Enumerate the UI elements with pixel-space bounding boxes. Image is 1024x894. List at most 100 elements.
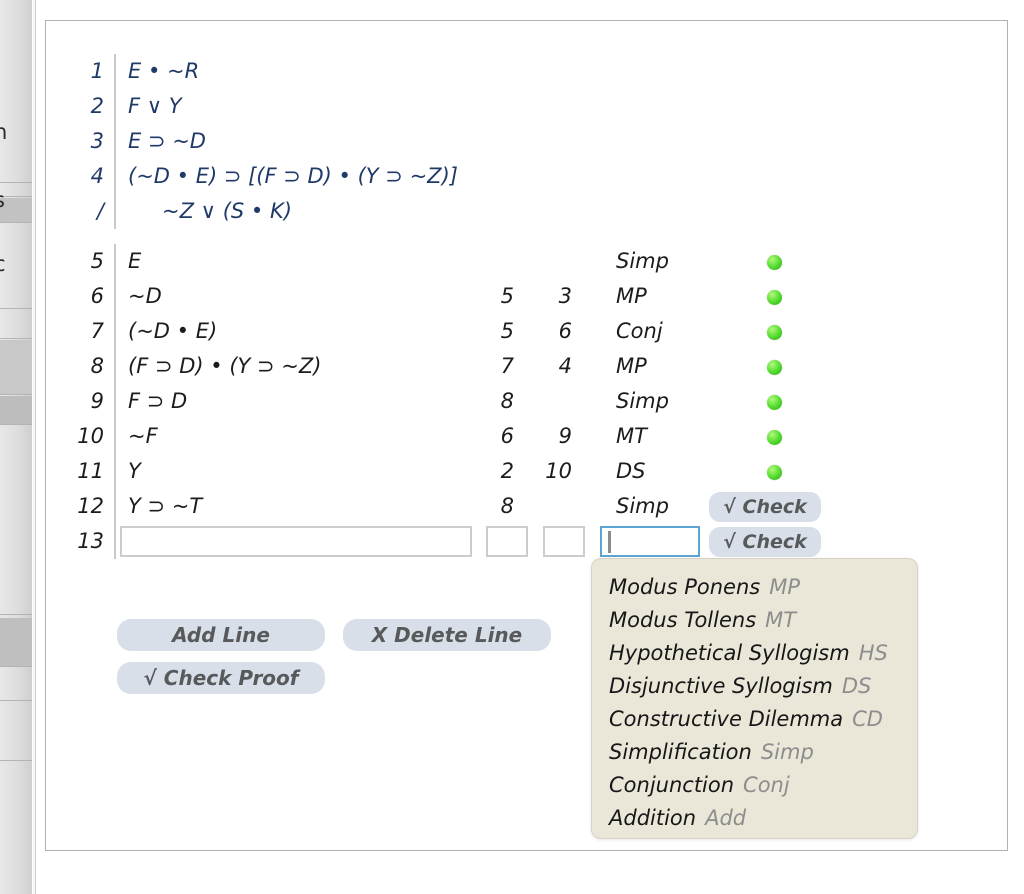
rule-option-conj[interactable]: Conjunction Conj bbox=[592, 769, 917, 802]
proof-line-row: 8 (F ⊃ D) • (Y ⊃ ~Z) 7 4 MP bbox=[46, 349, 1007, 384]
line-reference-2 bbox=[524, 384, 572, 419]
gutter-divider bbox=[114, 194, 116, 229]
line-formula: E bbox=[128, 249, 142, 273]
check-line-button[interactable]: √ Check bbox=[709, 527, 821, 557]
line-rule: DS bbox=[616, 459, 646, 483]
rule-option-ds[interactable]: Disjunctive Syllogism DS bbox=[592, 670, 917, 703]
premise-row: 2 F ∨ Y bbox=[46, 89, 1007, 124]
rule-option-mp[interactable]: Modus Ponens MP bbox=[592, 571, 917, 604]
proof-line-row: 6 ~D 5 3 MP bbox=[46, 279, 1007, 314]
clipped-sidebar-fragment: n bbox=[0, 120, 8, 144]
proof-line-row: 12 Y ⊃ ~T 8 Simp √ Check bbox=[46, 489, 1007, 524]
line-number: 2 bbox=[90, 94, 104, 118]
gutter-divider bbox=[114, 244, 116, 279]
line-formula: F ⊃ D bbox=[128, 389, 188, 413]
gutter-divider bbox=[114, 524, 116, 559]
rule-option-name: Modus Tollens bbox=[609, 608, 757, 632]
rule-option-name: Disjunctive Syllogism bbox=[609, 674, 833, 698]
status-indicator bbox=[758, 384, 798, 419]
proof-panel: 1 E • ~R 2 F ∨ Y 3 E ⊃ ~D 4 (~D • E) ⊃ [… bbox=[45, 20, 1008, 851]
conclusion-row: / ~Z ∨ (S • K) bbox=[46, 194, 1007, 229]
rule-option-name: Hypothetical Syllogism bbox=[609, 641, 850, 665]
valid-dot-icon bbox=[767, 290, 782, 305]
premise-formula: F ∨ Y bbox=[128, 94, 182, 118]
status-indicator bbox=[758, 244, 798, 279]
line-formula: ~F bbox=[128, 424, 158, 448]
rule-option-name: Constructive Dilemma bbox=[609, 707, 844, 731]
rule-option-name: Addition bbox=[609, 806, 697, 830]
proof-line-row: 5 E Simp bbox=[46, 244, 1007, 279]
delete-line-button[interactable]: X Delete Line bbox=[343, 619, 551, 651]
line-number: 8 bbox=[90, 354, 104, 378]
rule-input[interactable] bbox=[600, 526, 700, 557]
rule-option-abbr: Conj bbox=[743, 773, 790, 797]
gutter-divider bbox=[114, 124, 116, 159]
rule-option-mt[interactable]: Modus Tollens MT bbox=[592, 604, 917, 637]
premise-formula: (~D • E) ⊃ [(F ⊃ D) • (Y ⊃ ~Z)] bbox=[128, 164, 458, 188]
valid-dot-icon bbox=[767, 325, 782, 340]
line-rule: Simp bbox=[616, 249, 669, 273]
rule-option-name: Simplification bbox=[609, 740, 752, 764]
line-formula: Y bbox=[128, 459, 141, 483]
line-number: 13 bbox=[77, 529, 104, 553]
app-root: n s c 1 E • ~R 2 F ∨ Y 3 E ⊃ ~D 4 bbox=[0, 0, 1024, 894]
line-reference-1: 5 bbox=[500, 284, 514, 308]
clipped-sidebar: n s c bbox=[0, 0, 32, 894]
status-indicator bbox=[758, 419, 798, 454]
line-reference-1: 8 bbox=[500, 494, 514, 518]
conclusion-formula: ~Z ∨ (S • K) bbox=[162, 199, 292, 223]
line-formula: (~D • E) bbox=[128, 319, 218, 343]
premise-row: 3 E ⊃ ~D bbox=[46, 124, 1007, 159]
line-rule: Simp bbox=[616, 389, 669, 413]
rules-dropdown[interactable]: Modus Ponens MP Modus Tollens MT Hypotheti… bbox=[591, 558, 918, 839]
line-number: 12 bbox=[77, 494, 104, 518]
rule-option-simp[interactable]: Simplification Simp bbox=[592, 736, 917, 769]
gutter-divider bbox=[114, 54, 116, 89]
status-indicator bbox=[758, 279, 798, 314]
conclusion-marker: / bbox=[96, 199, 104, 223]
line-reference-1: 5 bbox=[500, 319, 514, 343]
premise-formula: E ⊃ ~D bbox=[128, 129, 206, 153]
rule-option-hs[interactable]: Hypothetical Syllogism HS bbox=[592, 637, 917, 670]
rule-option-abbr: DS bbox=[841, 674, 872, 698]
line-reference-2: 3 bbox=[558, 284, 572, 308]
text-cursor bbox=[608, 531, 611, 553]
gutter-divider bbox=[114, 384, 116, 419]
rule-option-abbr: Simp bbox=[760, 740, 814, 764]
rule-option-abbr: MP bbox=[769, 575, 801, 599]
gutter-divider bbox=[114, 279, 116, 314]
line-rule: MP bbox=[616, 284, 647, 308]
line-reference-2: 9 bbox=[558, 424, 572, 448]
line-number: 7 bbox=[90, 319, 104, 343]
gutter-divider bbox=[114, 159, 116, 194]
line-formula: ~D bbox=[128, 284, 162, 308]
reference-1-input[interactable] bbox=[486, 526, 528, 557]
editable-proof-row: 13 √ Check bbox=[46, 524, 1007, 559]
valid-dot-icon bbox=[767, 395, 782, 410]
clipped-sidebar-fragment: c bbox=[0, 252, 6, 276]
valid-dot-icon bbox=[767, 255, 782, 270]
proof-line-row: 7 (~D • E) 5 6 Conj bbox=[46, 314, 1007, 349]
rule-option-cd[interactable]: Constructive Dilemma CD bbox=[592, 703, 917, 736]
check-line-button[interactable]: √ Check bbox=[709, 492, 821, 522]
status-indicator bbox=[758, 314, 798, 349]
line-number: 1 bbox=[90, 59, 104, 83]
line-reference-2 bbox=[524, 489, 572, 524]
check-proof-button[interactable]: √ Check Proof bbox=[117, 662, 325, 694]
formula-input[interactable] bbox=[120, 526, 472, 557]
reference-2-input[interactable] bbox=[543, 526, 585, 557]
line-number: 10 bbox=[77, 424, 104, 448]
status-indicator bbox=[758, 349, 798, 384]
line-reference-1: 6 bbox=[500, 424, 514, 448]
sidebar-divider bbox=[32, 0, 36, 894]
line-number: 3 bbox=[90, 129, 104, 153]
rule-option-name: Conjunction bbox=[609, 773, 735, 797]
line-reference-1: 2 bbox=[500, 459, 514, 483]
valid-dot-icon bbox=[767, 430, 782, 445]
add-line-button[interactable]: Add Line bbox=[117, 619, 325, 651]
proof-line-row: 9 F ⊃ D 8 Simp bbox=[46, 384, 1007, 419]
line-reference-2: 10 bbox=[545, 459, 572, 483]
premise-row: 1 E • ~R bbox=[46, 54, 1007, 89]
premise-row: 4 (~D • E) ⊃ [(F ⊃ D) • (Y ⊃ ~Z)] bbox=[46, 159, 1007, 194]
rule-option-add[interactable]: Addition Add bbox=[592, 802, 917, 835]
